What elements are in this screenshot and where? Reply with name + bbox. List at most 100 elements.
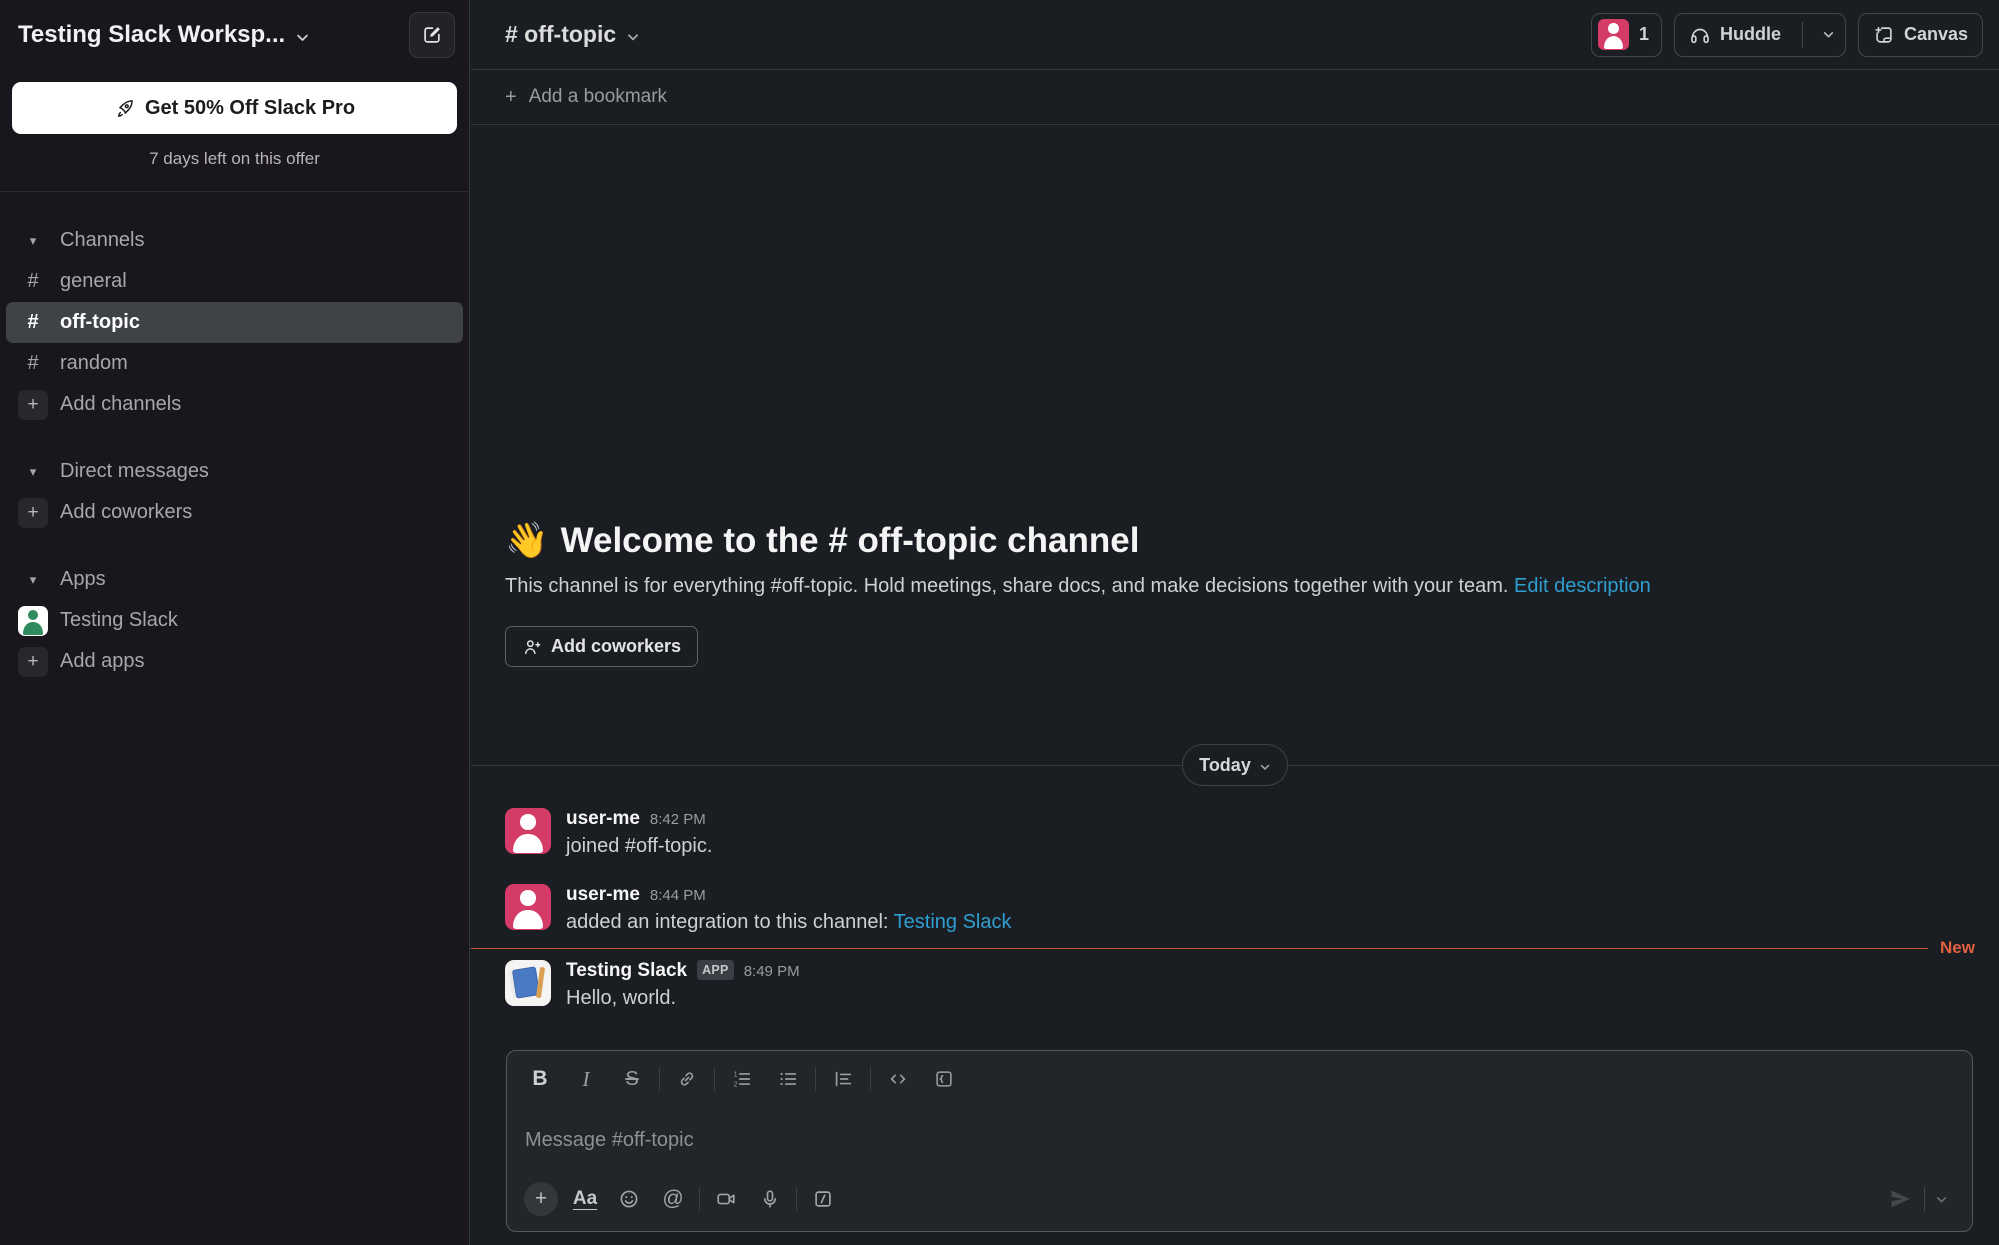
sidebar-item-off-topic[interactable]: # off-topic	[6, 302, 463, 343]
strikethrough-button[interactable]: S	[609, 1068, 655, 1091]
message-timestamp[interactable]: 8:44 PM	[650, 887, 706, 904]
code-button[interactable]	[875, 1068, 921, 1090]
divider	[1924, 1187, 1925, 1211]
send-area	[1880, 1187, 1960, 1211]
message-author[interactable]: Testing Slack	[566, 960, 687, 982]
avatar[interactable]	[505, 884, 551, 930]
message-author[interactable]: user-me	[566, 808, 640, 830]
send-options-button[interactable]	[1929, 1193, 1954, 1206]
section-channels-label: Channels	[60, 229, 145, 252]
code-block-button[interactable]	[921, 1068, 967, 1090]
chevron-down-icon	[626, 30, 640, 44]
message-row[interactable]: Testing Slack APP 8:49 PM Hello, world.	[505, 960, 1959, 1010]
svg-text:1: 1	[734, 1071, 738, 1078]
mention-button[interactable]: @	[651, 1187, 695, 1211]
add-coworkers-cta-label: Add coworkers	[551, 636, 681, 657]
channel-title: # off-topic	[505, 21, 616, 48]
app-avatar[interactable]	[505, 960, 551, 1006]
bold-button[interactable]: B	[517, 1067, 563, 1091]
divider	[714, 1067, 715, 1091]
huddle-main: Huddle	[1689, 24, 1793, 46]
divider	[699, 1187, 700, 1211]
pro-offer-card: Get 50% Off Slack Pro 7 days left on thi…	[0, 68, 469, 191]
member-count: 1	[1639, 24, 1649, 45]
welcome-title-text: Welcome to the # off-topic channel	[561, 521, 1140, 561]
person-add-icon	[522, 637, 542, 657]
members-button[interactable]: 1	[1591, 13, 1662, 57]
section-apps[interactable]: ▾ Apps	[6, 559, 463, 600]
channel-title-button[interactable]: # off-topic	[505, 21, 640, 48]
divider	[1802, 22, 1803, 48]
plus-icon: +	[505, 86, 517, 109]
video-button[interactable]	[704, 1188, 748, 1210]
app-avatar	[18, 606, 48, 636]
attach-button[interactable]: +	[519, 1182, 563, 1216]
sidebar-item-random[interactable]: # random	[6, 343, 463, 384]
chevron-down-icon	[1259, 761, 1271, 773]
message-text: Hello, world.	[566, 987, 800, 1010]
mic-button[interactable]	[748, 1188, 792, 1210]
slash-commands-button[interactable]	[801, 1188, 845, 1210]
message-timestamp[interactable]: 8:42 PM	[650, 811, 706, 828]
composer-action-bar: + Aa @	[507, 1173, 1972, 1231]
message-timestamp[interactable]: 8:49 PM	[744, 963, 800, 980]
add-coworkers-button[interactable]: + Add coworkers	[6, 492, 463, 533]
canvas-icon	[1873, 24, 1895, 46]
workspace-header: Testing Slack Worksp...	[0, 0, 469, 68]
send-button[interactable]	[1880, 1187, 1920, 1211]
message-row[interactable]: user-me 8:42 PM joined #off-topic.	[505, 808, 1959, 858]
main-pane: # off-topic 1 Huddle	[471, 0, 1999, 1245]
hash-icon: #	[18, 311, 48, 334]
huddle-label: Huddle	[1720, 24, 1781, 45]
add-coworkers-cta-button[interactable]: Add coworkers	[505, 626, 698, 667]
bulleted-list-button[interactable]	[765, 1068, 811, 1090]
add-channels-button[interactable]: + Add channels	[6, 384, 463, 425]
app-label: Testing Slack	[60, 609, 178, 632]
new-messages-divider: New	[471, 938, 1999, 958]
welcome-description: This channel is for everything #off-topi…	[505, 575, 1959, 598]
link-button[interactable]	[664, 1068, 710, 1090]
show-formatting-button[interactable]: Aa	[563, 1188, 607, 1210]
pro-offer-button[interactable]: Get 50% Off Slack Pro	[12, 82, 457, 134]
huddle-caret-button[interactable]	[1812, 28, 1845, 41]
workspace-name: Testing Slack Worksp...	[18, 21, 285, 49]
sidebar-item-testing-slack-app[interactable]: Testing Slack	[6, 600, 463, 641]
avatar[interactable]	[505, 808, 551, 854]
edit-description-link[interactable]: Edit description	[1514, 575, 1651, 597]
section-direct-messages[interactable]: ▾ Direct messages	[6, 451, 463, 492]
integration-link[interactable]: Testing Slack	[894, 911, 1012, 933]
divider	[659, 1067, 660, 1091]
add-channels-label: Add channels	[60, 393, 181, 416]
canvas-button[interactable]: Canvas	[1858, 13, 1983, 57]
date-label: Today	[1199, 755, 1251, 776]
add-apps-button[interactable]: + Add apps	[6, 641, 463, 682]
rocket-icon	[114, 98, 135, 119]
date-pill-button[interactable]: Today	[1182, 744, 1288, 786]
workspace-switcher[interactable]: Testing Slack Worksp...	[18, 21, 310, 49]
ordered-list-button[interactable]: 12	[719, 1068, 765, 1090]
hash-icon: #	[18, 270, 48, 293]
emoji-button[interactable]	[607, 1188, 651, 1210]
channel-welcome: 👋 Welcome to the # off-topic channel Thi…	[505, 520, 1959, 667]
huddle-button[interactable]: Huddle	[1674, 13, 1846, 57]
blockquote-button[interactable]	[820, 1068, 866, 1090]
divider	[870, 1067, 871, 1091]
section-apps-label: Apps	[60, 568, 106, 591]
section-channels[interactable]: ▾ Channels	[6, 220, 463, 261]
new-message-button[interactable]	[409, 12, 455, 58]
italic-button[interactable]: I	[563, 1067, 609, 1092]
plus-icon: +	[524, 1182, 558, 1216]
message-row[interactable]: user-me 8:44 PM added an integration to …	[505, 884, 1959, 934]
header-actions: 1 Huddle Canvas	[1591, 13, 1983, 57]
message-composer: B I S 12	[506, 1050, 1973, 1232]
plus-icon: +	[18, 647, 48, 677]
message-input[interactable]	[525, 1129, 1954, 1152]
new-label: New	[1928, 938, 1999, 958]
add-bookmark-button[interactable]: + Add a bookmark	[471, 70, 1999, 125]
channel-header: # off-topic 1 Huddle	[471, 0, 1999, 70]
pro-offer-label: Get 50% Off Slack Pro	[145, 97, 355, 120]
message-text: joined #off-topic.	[566, 835, 712, 858]
message-author[interactable]: user-me	[566, 884, 640, 906]
sidebar-item-general[interactable]: # general	[6, 261, 463, 302]
channel-label: off-topic	[60, 311, 140, 334]
